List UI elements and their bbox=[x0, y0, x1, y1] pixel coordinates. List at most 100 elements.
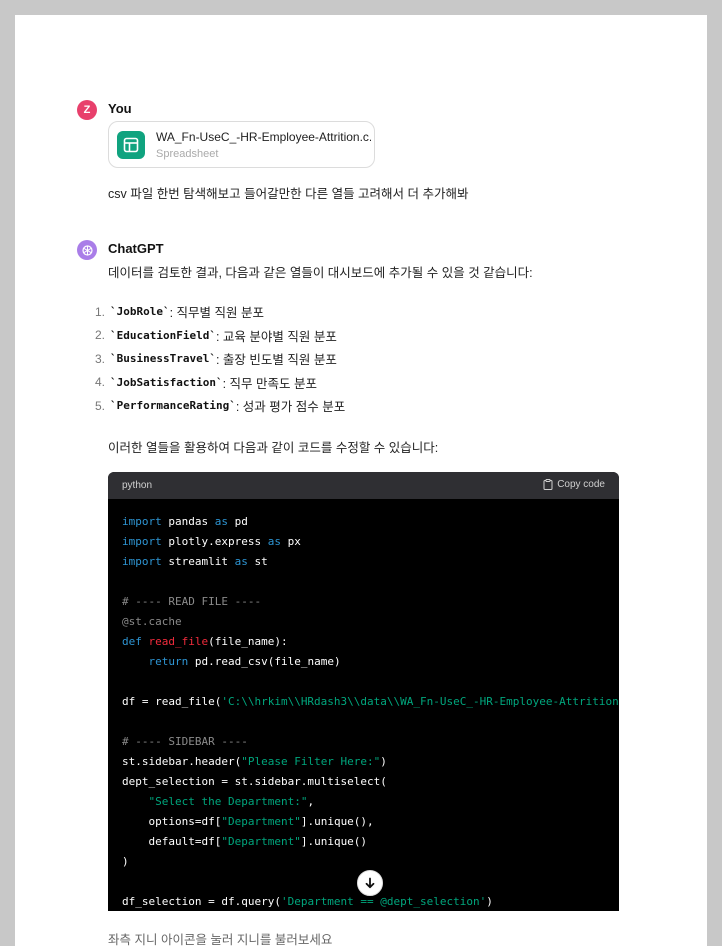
code-line: dept_selection = st.sidebar.multiselect( bbox=[122, 772, 619, 792]
code-token: import bbox=[122, 555, 162, 568]
code-line: ) bbox=[122, 852, 619, 872]
file-attachment[interactable]: WA_Fn-UseC_-HR-Employee-Attrition.c... S… bbox=[108, 121, 375, 168]
code-line: default=df["Department"].unique() bbox=[122, 832, 619, 852]
code-line: return pd.read_csv(file_name) bbox=[122, 652, 619, 672]
column-description: : 성과 평가 점수 분포 bbox=[235, 400, 346, 415]
code-token: df_selection = df.query( bbox=[122, 895, 281, 908]
list-item: 3. `BusinessTravel` : 출장 빈도별 직원 분포 bbox=[95, 347, 345, 371]
code-line: # ---- READ FILE ---- bbox=[122, 592, 619, 612]
code-line: def read_file(file_name): bbox=[122, 632, 619, 652]
code-line: @st.cache bbox=[122, 612, 619, 632]
list-number: 1. bbox=[95, 304, 106, 319]
code-intro: 이러한 열들을 활용하여 다음과 같이 코드를 수정할 수 있습니다: bbox=[108, 441, 439, 455]
openai-logo-icon bbox=[81, 244, 93, 256]
arrow-down-icon bbox=[365, 877, 375, 889]
code-line: import streamlit as st bbox=[122, 552, 619, 572]
column-name: `JobSatisfaction` bbox=[110, 375, 223, 389]
code-token: as bbox=[214, 515, 228, 528]
column-description: : 직무 만족도 분포 bbox=[222, 376, 317, 391]
code-token: import bbox=[122, 535, 162, 548]
code-token: ) bbox=[122, 855, 129, 868]
user-message: csv 파일 한번 탐색해보고 들어갈만한 다른 열들 고려해서 더 추가해봐 bbox=[108, 187, 469, 201]
code-token: px bbox=[280, 535, 301, 548]
code-line: "Select the Department:", bbox=[122, 792, 619, 812]
code-line: st.sidebar.header("Please Filter Here:") bbox=[122, 752, 619, 772]
code-token: read_file bbox=[148, 635, 209, 648]
code-token: # ---- READ FILE ---- bbox=[122, 595, 262, 608]
code-token: , bbox=[307, 795, 315, 808]
column-description: : 직무별 직원 분포 bbox=[169, 306, 265, 321]
code-token: "Select the Department:" bbox=[148, 795, 308, 808]
assistant-name: ChatGPT bbox=[108, 241, 164, 256]
copy-code-button[interactable]: Copy code bbox=[543, 479, 605, 490]
code-token: pandas bbox=[161, 515, 215, 528]
code-token: ) bbox=[486, 895, 493, 908]
code-token: "Please Filter Here:" bbox=[241, 755, 381, 768]
code-block: python Copy code import pandas as pd impo… bbox=[108, 472, 619, 911]
column-name: `PerformanceRating` bbox=[110, 399, 236, 413]
code-token: options=df[ bbox=[122, 815, 222, 828]
code-token: import bbox=[122, 515, 162, 528]
code-token: as bbox=[267, 535, 281, 548]
list-number: 5. bbox=[95, 398, 106, 413]
code-token: as bbox=[234, 555, 248, 568]
column-name: `JobRole` bbox=[110, 305, 170, 319]
code-token: "Department" bbox=[221, 815, 301, 828]
code-token: df = read_file( bbox=[122, 695, 222, 708]
code-line: import plotly.express as px bbox=[122, 532, 619, 552]
code-token: 'Department == @dept_selection' bbox=[280, 895, 487, 908]
code-line: # ---- SIDEBAR ---- bbox=[122, 732, 619, 752]
code-token: dept_selection = st.sidebar.multiselect( bbox=[122, 775, 387, 788]
code-content: import pandas as pd import plotly.express… bbox=[122, 512, 619, 911]
code-language: python bbox=[122, 480, 153, 491]
list-item: 4. `JobSatisfaction` : 직무 만족도 분포 bbox=[95, 371, 345, 395]
code-token: "Department" bbox=[221, 835, 301, 848]
scroll-down-button[interactable] bbox=[357, 870, 383, 896]
code-token: ].unique() bbox=[300, 835, 368, 848]
code-token: 'C:\\hrkim\\HRdash3\\data\\WA_Fn-UseC_-H… bbox=[221, 695, 619, 708]
code-token: st bbox=[247, 555, 268, 568]
code-line: import pandas as pd bbox=[122, 512, 619, 532]
file-name: WA_Fn-UseC_-HR-Employee-Attrition.c... bbox=[156, 130, 371, 144]
code-token: ) bbox=[380, 755, 387, 768]
clipboard-icon bbox=[543, 479, 553, 490]
code-line: df = read_file('C:\\hrkim\\HRdash3\\data… bbox=[122, 692, 619, 712]
column-name: `BusinessTravel` bbox=[110, 352, 216, 366]
spreadsheet-icon bbox=[117, 131, 145, 159]
code-token: return bbox=[148, 655, 189, 668]
file-type: Spreadsheet bbox=[156, 148, 219, 160]
footer-hint: 좌측 지니 아이콘을 눌러 지니를 불러보세요 bbox=[108, 933, 333, 946]
code-token: st.sidebar.header( bbox=[122, 755, 242, 768]
code-token: ].unique(), bbox=[300, 815, 374, 828]
code-token: default=df[ bbox=[122, 835, 222, 848]
column-name: `EducationField` bbox=[110, 328, 216, 342]
code-token: streamlit bbox=[161, 555, 235, 568]
list-item: 5. `PerformanceRating` : 성과 평가 점수 분포 bbox=[95, 394, 345, 418]
list-item: 2. `EducationField` : 교육 분야별 직원 분포 bbox=[95, 324, 345, 348]
list-item: 1. `JobRole` : 직무별 직원 분포 bbox=[95, 300, 345, 324]
code-token: pd.read_csv(file_name) bbox=[188, 655, 341, 668]
code-token: (file_name): bbox=[208, 635, 288, 648]
code-header: python Copy code bbox=[108, 472, 619, 499]
user-avatar: Z bbox=[77, 100, 97, 120]
code-token: # ---- SIDEBAR ---- bbox=[122, 735, 248, 748]
code-token: pd bbox=[227, 515, 248, 528]
code-line: options=df["Department"].unique(), bbox=[122, 812, 619, 832]
chatgpt-avatar bbox=[77, 240, 97, 260]
chat-page: Z You WA_Fn-UseC_-HR-Employee-Attrition.… bbox=[15, 15, 707, 946]
user-name: You bbox=[108, 101, 132, 116]
copy-code-label: Copy code bbox=[557, 479, 605, 490]
column-description: : 교육 분야별 직원 분포 bbox=[215, 329, 337, 344]
code-token: def bbox=[122, 635, 142, 648]
suggested-columns-list: 1. `JobRole` : 직무별 직원 분포 2. `EducationFi… bbox=[95, 300, 345, 418]
assistant-intro: 데이터를 검토한 결과, 다음과 같은 열들이 대시보드에 추가될 수 있을 것… bbox=[108, 266, 533, 280]
code-token: plotly.express bbox=[161, 535, 268, 548]
code-token: @st.cache bbox=[122, 615, 182, 628]
list-number: 2. bbox=[95, 328, 106, 343]
